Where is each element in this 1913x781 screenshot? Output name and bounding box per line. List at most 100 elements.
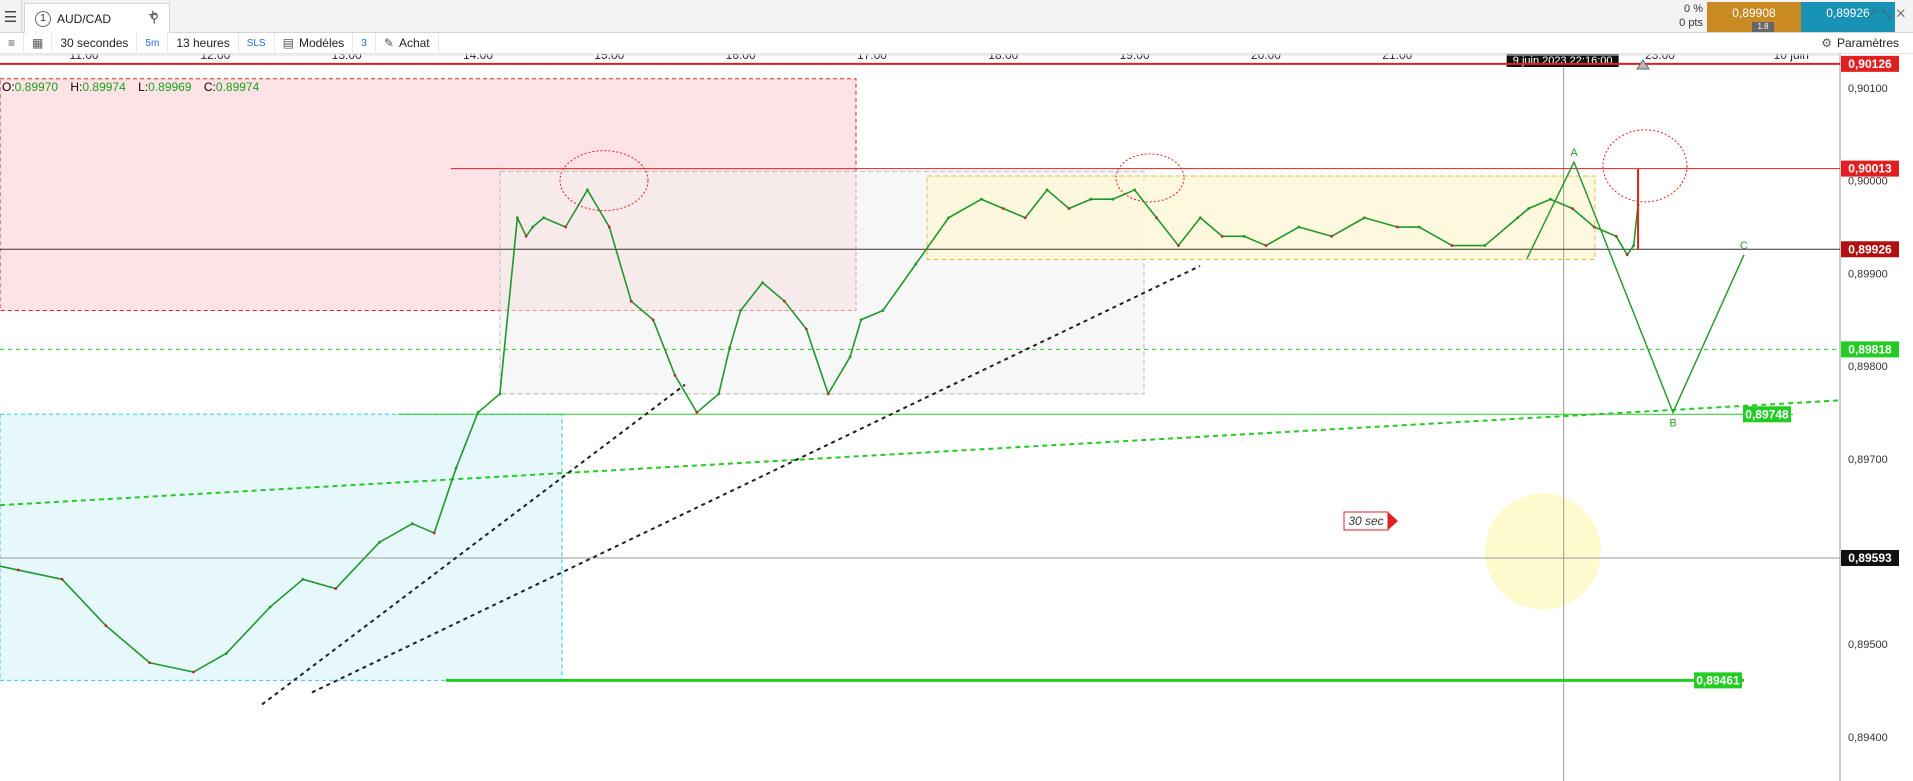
price-point [410,522,414,526]
ohlc-open: 0.89970 [14,80,59,94]
price-point [1001,207,1005,210]
price-point [1133,188,1137,192]
price-point [1625,253,1629,257]
tab-bar: ☰ 1 AUD/CAD ⚲ + 0 % 0 pts 0,89908 1.8 0,… [0,0,1913,33]
price-point [1527,207,1531,210]
y-tick-label: 0,89500 [1848,639,1888,651]
ohlc-h-label: H: [70,80,83,94]
price-point [1111,197,1115,201]
layout-icon[interactable]: ▦ [24,32,53,54]
ohlc-readout: O:0.89970 H:0.89974 L:0.89969 C:0.89974 [2,80,268,94]
y-tick-label: 0,89700 [1848,454,1888,466]
change-readout: 0 % 0 pts [1657,2,1703,32]
price-point [378,540,381,544]
abc-label: A [1570,147,1578,159]
ohlc-low: 0.89969 [148,80,192,94]
buy-order-button[interactable]: ✎ Achat [376,32,439,54]
sls-button[interactable]: SLS [239,32,275,54]
price-point [804,327,808,331]
y-tick-label: 0,90100 [1848,83,1888,95]
chart-toolbar: ≡ ▦ 30 secondes 5m 13 heures SLS ▤ Modèle… [0,32,1913,54]
price-point [1417,225,1421,229]
price-point [334,587,338,590]
price-point [783,299,786,303]
y-tick-label: 0,89900 [1848,268,1888,280]
interval-short[interactable]: 5m [137,32,169,54]
cursor-time-label: 9 juin 2023 22:16:00 [1513,55,1613,67]
price-point [1067,207,1071,210]
change-pct: 0 % [1684,3,1703,15]
price-point [1330,234,1334,238]
ohlc-close: 0.89974 [215,80,260,94]
price-point [1297,225,1301,229]
y-tick-label: 0,90000 [1848,176,1888,188]
price-point [586,188,589,192]
abc-label: C [1740,240,1748,252]
price-point [1177,244,1180,247]
gear-icon: ⚙ [1821,36,1832,50]
price-point [542,216,546,220]
price-point [695,411,699,414]
ohlc-c-label: C: [203,80,216,94]
models-button[interactable]: ▤ Modèles [275,32,354,54]
ohlc-high: 0.89974 [82,80,126,94]
price-point [1516,216,1520,220]
price-level-label: 0,89748 [1745,407,1789,421]
price-level-label: 0,90126 [1848,57,1892,71]
price-point [1450,244,1454,247]
buy-label: Achat [398,36,430,50]
highlight-circle [1485,493,1601,610]
price-point [826,392,830,396]
price-point [881,309,885,312]
price-level-label: 0,89926 [1848,242,1892,256]
ohlc-o-label: O: [2,80,15,94]
price-point [1220,234,1224,238]
models-icon: ▤ [282,36,294,50]
interval-annotation-label: 30 sec [1348,514,1383,528]
price-level-label: 0,89818 [1848,342,1892,356]
price-point [1045,188,1049,192]
price-point [60,577,64,581]
order-icon: ✎ [383,36,394,50]
price-point [531,225,535,229]
price-chart[interactable]: 0,89400 0,89500 0,89700 0,89800 0,89900 0,900… [0,54,1913,781]
price-point [432,531,436,535]
hamburger-icon[interactable]: ☰ [0,0,22,33]
indicators-count[interactable]: 3 [353,32,376,54]
y-tick-label: 0,89400 [1848,732,1888,744]
abc-label: B [1669,417,1676,429]
trading-app: ☰ 1 AUD/CAD ⚲ + 0 % 0 pts 0,89908 1.8 0,… [0,0,1913,781]
interval-select[interactable]: 30 secondes [52,32,138,54]
plus-icon[interactable]: + [148,7,157,25]
ohlc-l-label: L: [138,80,149,94]
period-select[interactable]: 13 heures [168,32,239,54]
price-point [651,318,655,322]
price-point [947,216,950,220]
price-point [717,392,721,396]
price-point [1023,216,1027,220]
price-point [1592,225,1596,229]
price-point [1363,216,1366,220]
price-point [192,670,195,674]
menu-icon[interactable]: ≡ [0,32,25,54]
price-point [673,373,677,377]
price-point [859,318,863,322]
price-level-label: 0,89593 [1848,551,1892,565]
price-point [1264,244,1268,247]
price-point [498,392,502,396]
window-controls[interactable]: ⤢⤡✕ [1867,8,1911,21]
price-point [848,355,852,359]
change-pts: 0 pts [1679,17,1703,29]
price-point [1483,244,1487,247]
price-point [980,197,983,201]
price-point [1198,216,1202,220]
interval-annotation-arrow [1388,512,1398,530]
price-point [148,661,152,665]
highlight-ellipse [1602,129,1688,203]
price-point [1571,207,1574,210]
settings-button[interactable]: ⚙ Paramètres [1813,33,1907,54]
price-point [1395,225,1399,229]
price-point [1155,216,1158,220]
tab-label: AUD/CAD [57,11,112,26]
price-point [16,568,20,572]
